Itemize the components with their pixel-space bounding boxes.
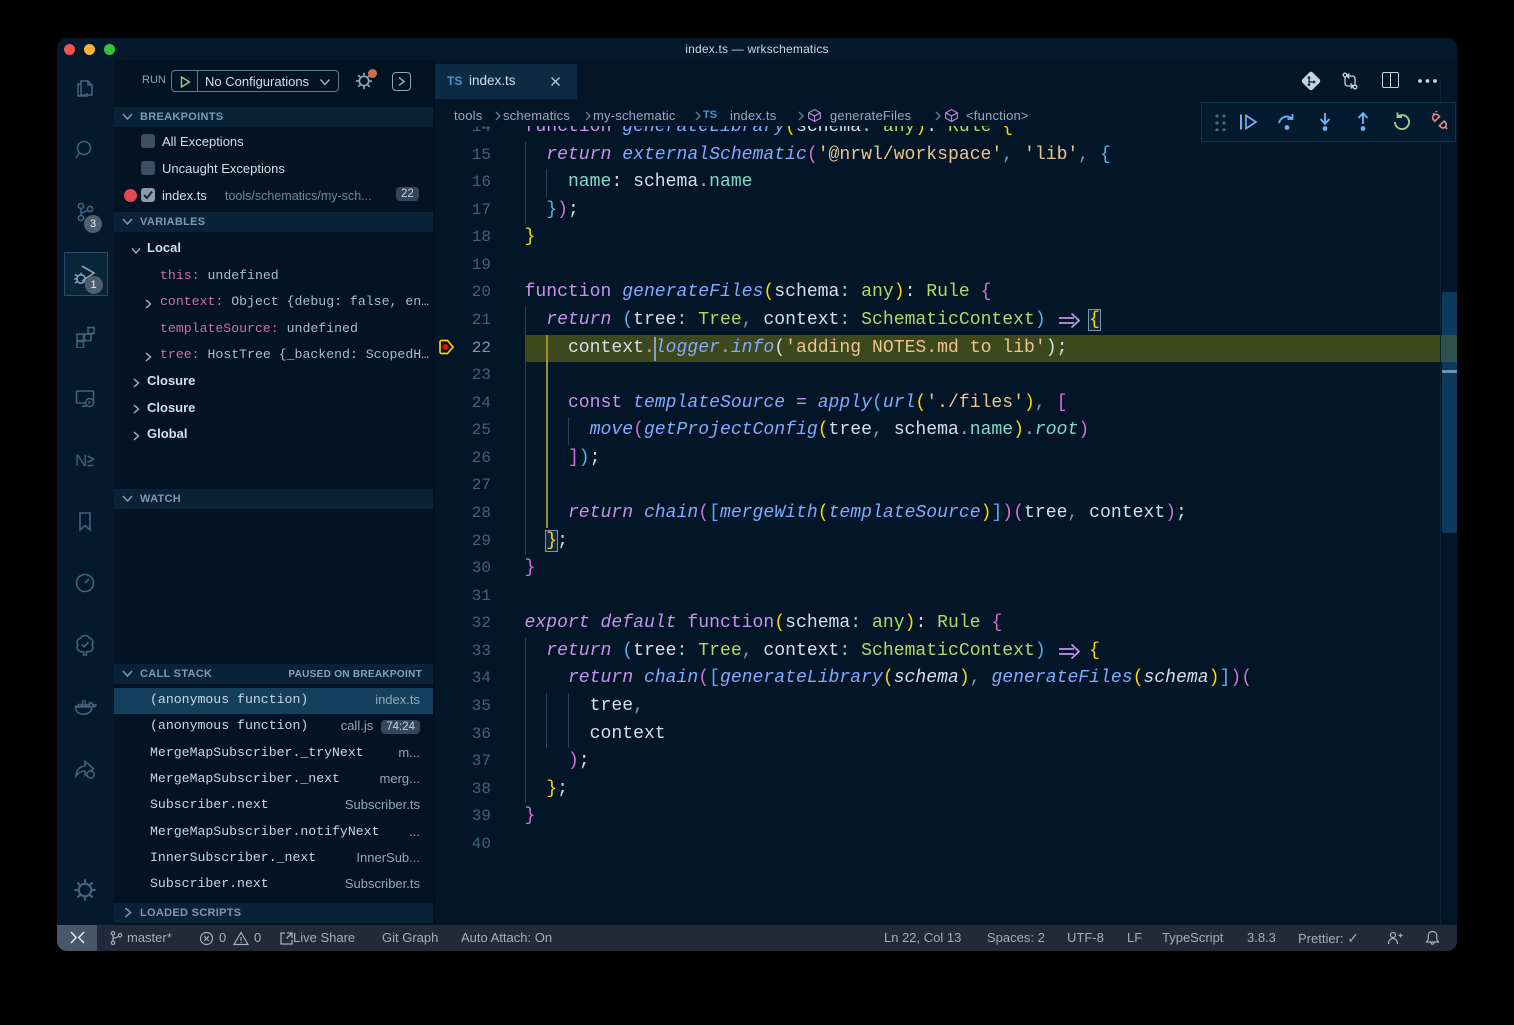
- svg-text:N: N: [75, 451, 87, 470]
